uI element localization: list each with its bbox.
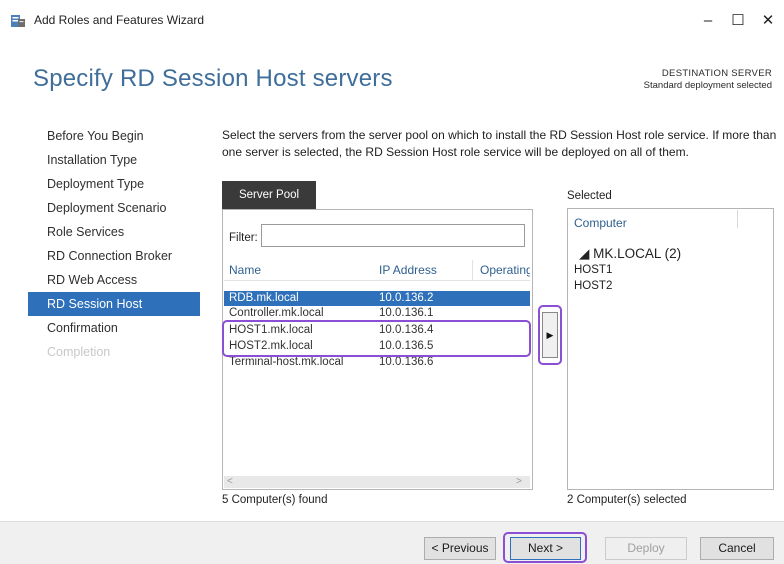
page-title: Specify RD Session Host servers xyxy=(33,65,393,92)
group-mk-local[interactable]: ◢ MK.LOCAL (2) xyxy=(579,246,681,262)
nav-item-confirmation[interactable]: Confirmation xyxy=(28,316,200,340)
nav-item-deployment-type[interactable]: Deployment Type xyxy=(28,172,200,196)
found-count: 5 Computer(s) found xyxy=(222,494,328,506)
selected-count: 2 Computer(s) selected xyxy=(567,494,687,506)
wizard-nav: Before You Begin Installation Type Deplo… xyxy=(28,124,200,364)
nav-item-before-you-begin[interactable]: Before You Begin xyxy=(28,124,200,148)
nav-item-deployment-scenario[interactable]: Deployment Scenario xyxy=(28,196,200,220)
table-row[interactable]: RDB.mk.local 10.0.136.2 xyxy=(224,291,530,306)
selected-item[interactable]: HOST1 xyxy=(574,264,612,276)
column-separator xyxy=(472,260,473,280)
server-ip: 10.0.136.2 xyxy=(379,292,434,304)
tab-server-pool[interactable]: Server Pool xyxy=(222,181,316,209)
destination-server-label: DESTINATION SERVER xyxy=(661,68,772,79)
scroll-right-icon[interactable]: > xyxy=(516,476,522,487)
host-rows-highlight xyxy=(222,320,531,357)
column-header-ip-address[interactable]: IP Address xyxy=(379,263,437,277)
horizontal-scrollbar[interactable] xyxy=(224,476,530,488)
server-name: RDB.mk.local xyxy=(229,292,299,304)
nav-item-rd-connection-broker[interactable]: RD Connection Broker xyxy=(28,244,200,268)
server-manager-icon xyxy=(11,15,25,27)
minimize-icon[interactable]: – xyxy=(693,8,723,34)
nav-item-rd-session-host[interactable]: RD Session Host xyxy=(28,292,200,316)
nav-item-installation-type[interactable]: Installation Type xyxy=(28,148,200,172)
column-header-divider xyxy=(224,280,530,281)
cancel-button[interactable]: Cancel xyxy=(700,537,774,560)
column-header-computer[interactable]: Computer xyxy=(574,216,627,230)
filter-input[interactable] xyxy=(261,224,525,247)
nav-item-role-services[interactable]: Role Services xyxy=(28,220,200,244)
table-row[interactable]: Terminal-host.mk.local 10.0.136.6 xyxy=(224,355,530,370)
nav-item-completion: Completion xyxy=(47,345,111,359)
column-separator xyxy=(737,210,738,228)
close-icon[interactable]: ✕ xyxy=(753,8,783,34)
window-title: Add Roles and Features Wizard xyxy=(34,13,205,27)
server-name: Controller.mk.local xyxy=(229,307,324,319)
instructions-text: Select the servers from the server pool … xyxy=(222,128,777,159)
previous-button[interactable]: < Previous xyxy=(424,537,496,560)
server-ip: 10.0.136.6 xyxy=(379,356,434,368)
destination-server-value: Standard deployment selected xyxy=(643,80,772,91)
selected-item[interactable]: HOST2 xyxy=(574,280,612,292)
server-name: Terminal-host.mk.local xyxy=(229,356,344,368)
selected-label: Selected xyxy=(567,190,612,202)
column-header-name[interactable]: Name xyxy=(229,263,261,277)
server-ip: 10.0.136.1 xyxy=(379,307,434,319)
deploy-button: Deploy xyxy=(605,537,687,560)
scroll-left-icon[interactable]: < xyxy=(227,476,233,487)
column-header-operating-system[interactable]: Operating xyxy=(480,263,530,277)
add-server-button[interactable]: ▶ xyxy=(542,312,558,358)
next-button[interactable]: Next > xyxy=(510,537,581,560)
filter-label: Filter: xyxy=(229,232,258,244)
nav-item-rd-web-access[interactable]: RD Web Access xyxy=(28,268,200,292)
table-row[interactable]: Controller.mk.local 10.0.136.1 xyxy=(224,306,530,321)
maximize-icon[interactable]: ☐ xyxy=(723,8,753,34)
